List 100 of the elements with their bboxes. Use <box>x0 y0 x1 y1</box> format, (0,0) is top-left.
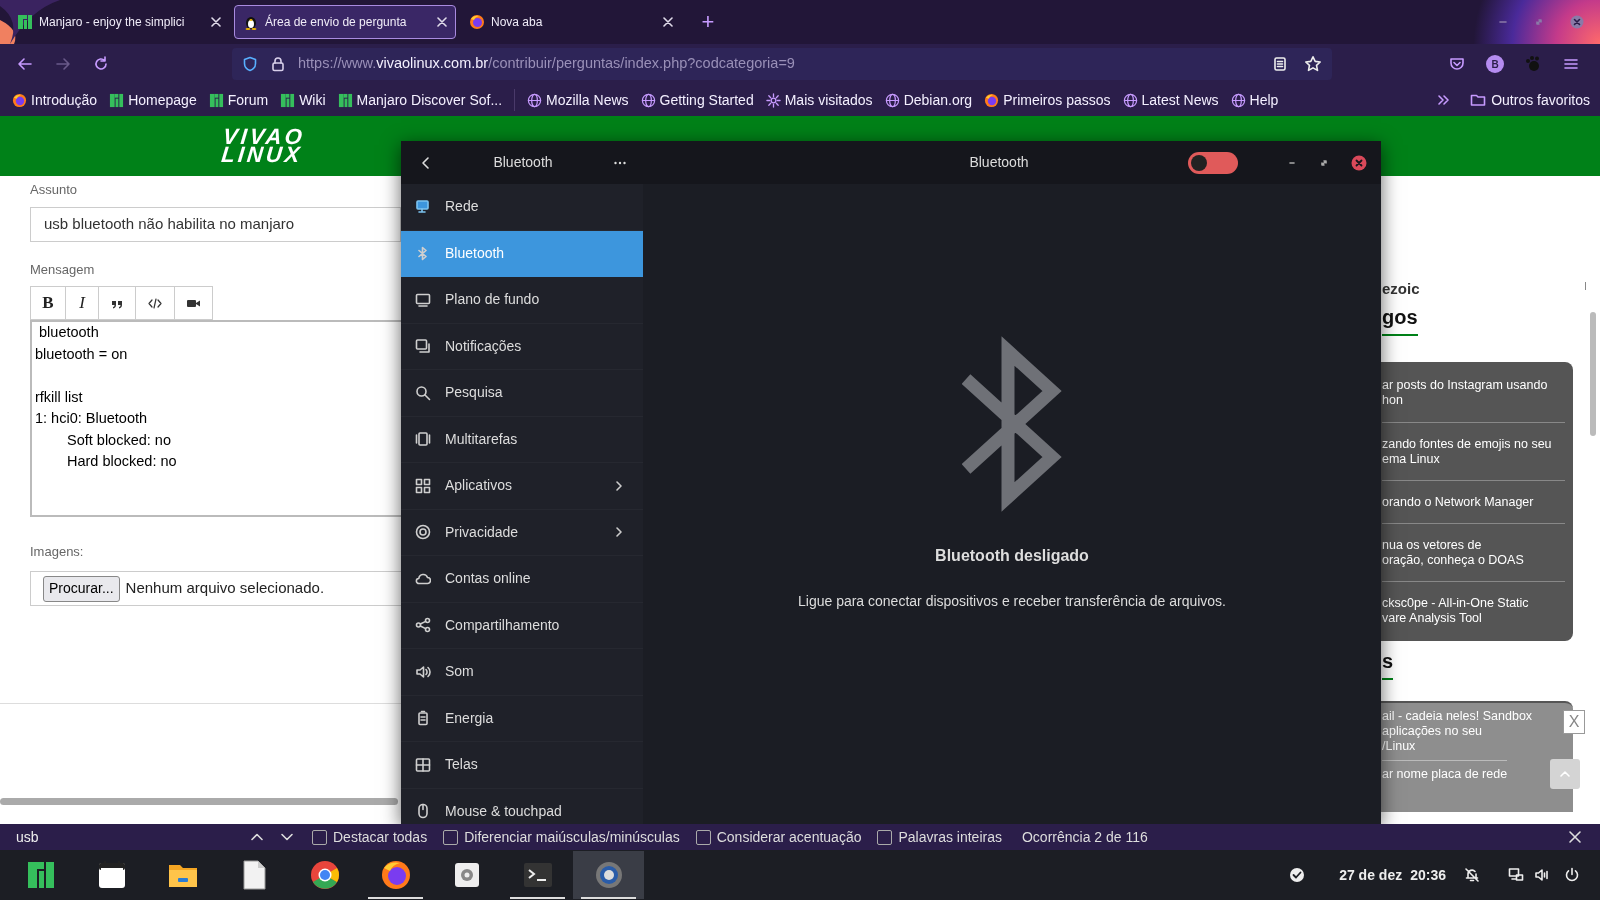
mouse-icon <box>415 803 431 820</box>
bluetooth-toggle[interactable] <box>1188 151 1238 174</box>
browser-circle-icon <box>308 859 341 891</box>
bookmark-link[interactable]: Mais visitados <box>765 89 873 111</box>
settings-nav-item[interactable]: Privacidade <box>401 509 643 556</box>
sidebar-title: Bluetooth <box>492 153 554 172</box>
folder-icon <box>1470 92 1487 108</box>
search-icon <box>415 384 431 401</box>
article-link[interactable]: zando fontes de emojis no seu ema Linux <box>1382 422 1565 480</box>
star-icon[interactable] <box>1304 55 1322 73</box>
find-option-checkbox[interactable]: Considerar acentuação <box>695 826 862 848</box>
bell-off-icon[interactable] <box>1464 867 1480 883</box>
find-field[interactable]: usb <box>0 824 250 850</box>
close-icon[interactable] <box>663 17 673 27</box>
bookmark-link[interactable]: Debian.org <box>884 89 973 111</box>
bookmark-link[interactable]: Primeiros passos <box>984 89 1111 111</box>
find-option-checkbox[interactable]: Diferenciar maiúsculas/minúsculas <box>443 826 680 848</box>
bookmark-link[interactable]: Homepage <box>109 89 197 111</box>
horizontal-scrollbar[interactable] <box>0 798 398 805</box>
browse-button[interactable]: Procurar... <box>43 575 120 602</box>
field-label: Imagens: <box>30 543 84 561</box>
find-option-checkbox[interactable]: Palavras inteiras <box>877 826 1002 848</box>
multitask-icon <box>415 431 431 448</box>
chevron-right-icon <box>613 479 625 492</box>
video-button[interactable] <box>174 286 213 320</box>
article-link[interactable]: orando o Network Manager <box>1382 480 1565 523</box>
forward-arrow-icon[interactable] <box>54 55 72 73</box>
settings-nav-item[interactable]: Multitarefas <box>401 416 643 463</box>
manjaro-logo-icon <box>109 92 125 108</box>
globe-icon <box>884 92 900 108</box>
bookmark-folder[interactable]: Outros favoritos <box>1470 89 1590 111</box>
speaker-icon <box>415 663 431 680</box>
penguin-icon <box>243 14 259 30</box>
pocket-icon[interactable] <box>1448 55 1466 73</box>
bookmark-link[interactable]: Forum <box>208 89 269 111</box>
article-link[interactable]: nua os vetores de oração, conheça o DOAS <box>1382 523 1565 581</box>
globe-icon <box>640 92 656 108</box>
settings-nav-item[interactable]: Compartilhamento <box>401 602 643 649</box>
bold-button[interactable]: B <box>30 286 66 320</box>
volume-icon[interactable] <box>1534 867 1550 883</box>
file-status-text: Nenhum arquivo selecionado. <box>125 578 325 599</box>
profile-avatar[interactable]: B <box>1486 55 1504 73</box>
bookmark-link[interactable]: Mozilla News <box>527 89 629 111</box>
italic-button[interactable]: I <box>65 286 99 320</box>
monitor-icon <box>415 291 431 308</box>
bookmark-link[interactable]: Manjaro Discover Sof... <box>337 89 503 111</box>
browser-tab[interactable]: Nova aba <box>460 5 682 39</box>
new-tab-button[interactable]: + <box>696 7 720 37</box>
vertical-scrollbar[interactable] <box>1590 312 1596 436</box>
browser-tab[interactable]: Área de envio de pergunta <box>234 5 456 39</box>
settings-nav-item[interactable]: Energia <box>401 695 643 742</box>
bookmark-link[interactable]: Latest News <box>1122 89 1219 111</box>
status-title: Bluetooth desligado <box>935 546 1089 566</box>
reload-icon[interactable] <box>92 55 110 73</box>
code-button[interactable] <box>135 286 175 320</box>
clock-date[interactable]: 27 de dez <box>1339 864 1403 886</box>
fox-globe-icon <box>12 92 27 108</box>
double-chevron-icon[interactable] <box>1436 93 1451 107</box>
display-icon <box>415 756 431 773</box>
power-icon[interactable] <box>1564 867 1580 883</box>
article-link[interactable]: ar posts do Instagram usando hon <box>1382 364 1565 422</box>
share-icon <box>415 617 431 634</box>
settings-nav-item[interactable]: Telas <box>401 742 643 789</box>
maximize-icon[interactable] <box>1319 157 1329 168</box>
settings-nav-item[interactable]: Pesquisa <box>401 370 643 417</box>
settings-nav-item[interactable]: Plano de fundo <box>401 277 643 324</box>
privacy-icon <box>415 524 431 541</box>
bookmark-link[interactable]: Getting Started <box>640 89 754 111</box>
close-icon[interactable] <box>211 17 221 27</box>
manjaro-logo-icon <box>208 92 224 108</box>
site-logo[interactable]: VIVAO LINUX <box>220 128 306 164</box>
settings-nav-item[interactable]: Contas online <box>401 556 643 603</box>
status-description: Ligue para conectar dispositivos e receber transferência de arquivos. <box>798 592 1226 611</box>
manjaro-logo-icon <box>280 92 296 108</box>
ad-label: ezoic <box>1382 279 1420 299</box>
subject-field[interactable]: usb bluetooth não habilita no manjaro <box>30 207 401 242</box>
match-count: Ocorrência 2 de 116 <box>1021 827 1148 847</box>
taskbar-app-button[interactable] <box>573 851 644 899</box>
clock-time[interactable]: 20:36 <box>1410 864 1446 886</box>
bookmark-link[interactable]: Help <box>1230 89 1279 111</box>
article-link[interactable]: cksc0pe - All-in-One Static vare Analysis Tool <box>1382 581 1565 639</box>
manjaro-logo-icon <box>337 92 353 108</box>
close-icon[interactable] <box>437 17 447 27</box>
reader-view-icon[interactable] <box>1272 56 1288 72</box>
browser-tab[interactable]: Manjaro - enjoy the simplici <box>8 5 230 39</box>
settings-nav-item[interactable]: Notificações <box>401 323 643 370</box>
network-icon[interactable] <box>1508 867 1524 883</box>
app-grid-icon <box>415 477 431 494</box>
url-field[interactable]: https://www.vivaolinux.com.br/contribuir/perguntas/index.php?codcategoria=9 <box>232 48 1332 80</box>
back-arrow-icon[interactable] <box>16 55 34 73</box>
quote-button[interactable] <box>98 286 136 320</box>
bookmark-link[interactable]: Wiki <box>280 89 326 111</box>
settings-nav-item[interactable]: Rede <box>401 184 643 231</box>
settings-nav-item[interactable]: Aplicativos <box>401 463 643 510</box>
manjaro-logo-icon <box>17 14 33 30</box>
close-ad-button[interactable]: X <box>1563 710 1585 734</box>
settings-nav-item[interactable]: Som <box>401 649 643 696</box>
close-icon[interactable] <box>1568 830 1582 844</box>
find-option-checkbox[interactable]: Destacar todas <box>312 826 428 848</box>
bookmark-link[interactable]: Introdução <box>12 89 98 111</box>
